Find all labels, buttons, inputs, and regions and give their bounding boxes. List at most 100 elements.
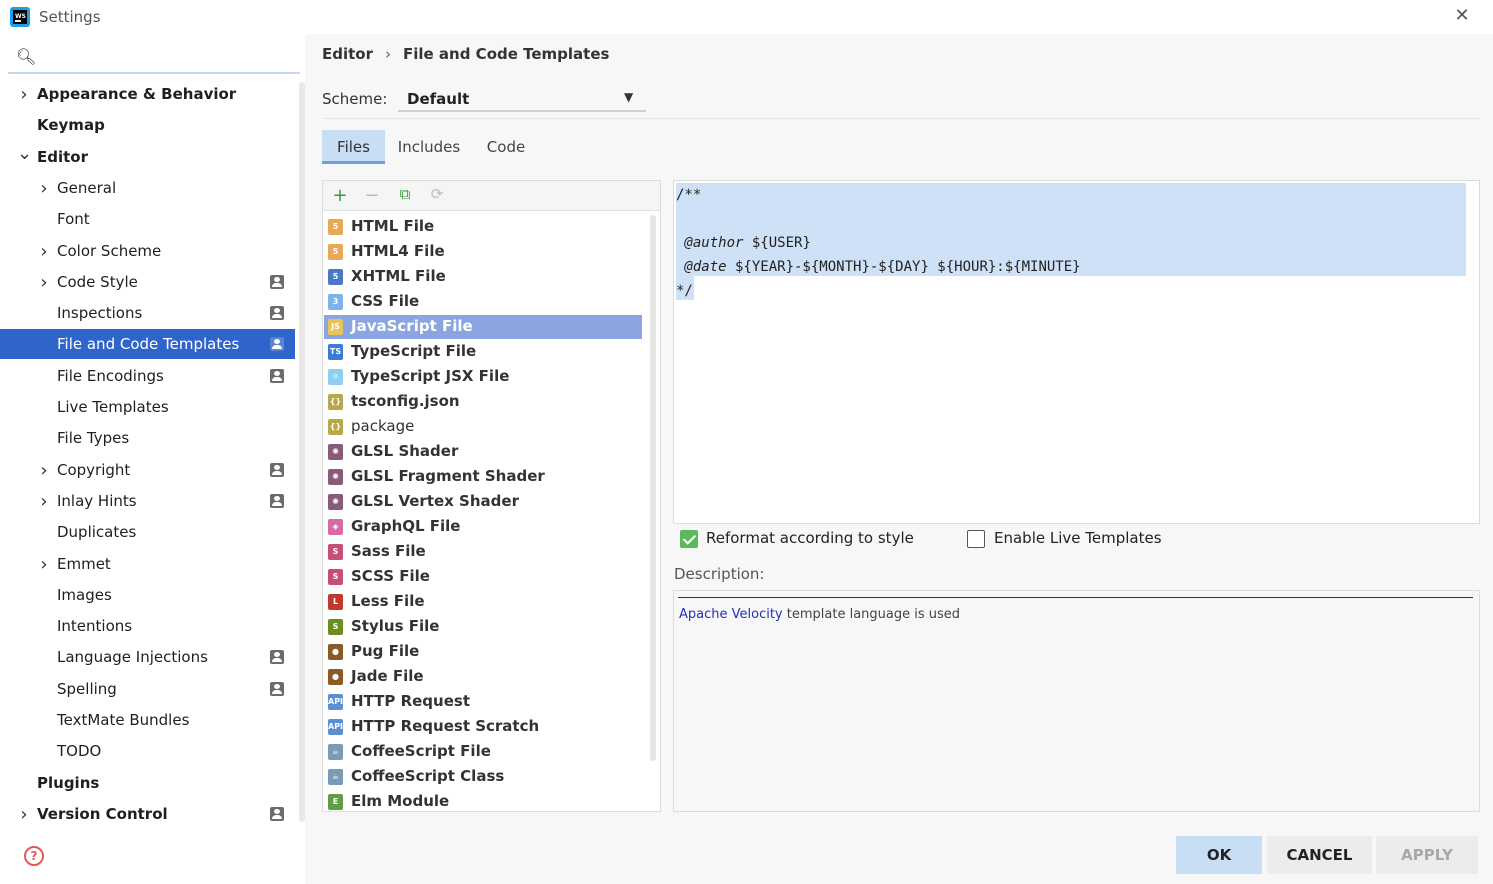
file-template-name: Stylus File [351,617,440,635]
chevron-right-icon[interactable]: › [37,460,51,481]
sidebar-item-textmate-bundles[interactable]: TextMate Bundles [0,705,295,735]
file-template-item[interactable]: JS JavaScript File [324,315,642,339]
project-scope-icon [270,807,284,821]
file-template-item[interactable]: {} package [324,415,642,439]
ok-button[interactable]: OK [1176,836,1262,874]
pug-icon: ● [328,644,343,660]
code-text: /** [676,187,702,203]
file-template-item[interactable]: ● Pug File [324,640,642,664]
project-scope-icon [270,306,284,320]
file-template-item[interactable]: API HTTP Request Scratch [324,715,642,739]
breadcrumb: Editor › File and Code Templates [322,45,609,63]
file-template-item[interactable]: ☕ CoffeeScript Class [324,765,642,789]
file-template-item[interactable]: E Elm Module [324,790,642,814]
sidebar-item-file-and-code-templates[interactable]: File and Code Templates [0,329,295,359]
file-template-name: package [351,417,415,435]
sidebar-item-language-injections[interactable]: Language Injections [0,642,295,672]
tab-code[interactable]: Code [477,130,535,164]
chevron-right-icon[interactable]: › [37,272,51,293]
breadcrumb-separator: › [385,45,391,63]
scheme-dropdown[interactable]: Default ▼ [398,84,646,112]
sidebar-item-label: TextMate Bundles [57,711,190,729]
sidebar-item-appearance-behavior[interactable]: › Appearance & Behavior [0,79,295,109]
file-template-item[interactable]: 5 HTML4 File [324,240,642,264]
sidebar-item-live-templates[interactable]: Live Templates [0,392,295,422]
reformat-checkbox[interactable] [680,530,698,548]
file-template-item[interactable]: ☕ CoffeeScript File [324,740,642,764]
tab-files[interactable]: Files [322,130,385,164]
live-templates-checkbox[interactable] [967,530,985,548]
sidebar-item-inlay-hints[interactable]: › Inlay Hints [0,486,295,516]
file-template-item[interactable]: {} tsconfig.json [324,390,642,414]
search-icon: 🔍︎ [16,47,37,66]
file-template-item[interactable]: ◈ GraphQL File [324,515,642,539]
chevron-right-icon[interactable]: › [37,178,51,199]
code-text: ${YEAR}-${MONTH}-${DAY} ${HOUR}:${MINUTE… [726,259,1081,275]
sidebar-item-inspections[interactable]: Inspections [0,298,295,328]
template-editor[interactable]: /** @author ${USER} @date ${YEAR}-${MONT… [673,180,1480,524]
sidebar-item-label: Keymap [37,116,105,134]
file-template-item[interactable]: TS TypeScript File [324,340,642,364]
file-template-item[interactable]: ● Jade File [324,665,642,689]
breadcrumb-parent[interactable]: Editor [322,45,373,63]
chevron-right-icon[interactable]: › [37,241,51,262]
code-line: @date ${YEAR}-${MONTH}-${DAY} ${HOUR}:${… [676,255,1081,279]
sidebar-item-version-control[interactable]: › Version Control [0,799,295,829]
title-bar: WS Settings ✕ [0,0,1493,34]
file-template-item[interactable]: 5 XHTML File [324,265,642,289]
sidebar-item-plugins[interactable]: Plugins [0,768,295,798]
sidebar-item-editor[interactable]: ⌄ Editor [0,142,295,172]
file-template-name: GraphQL File [351,517,461,535]
file-template-item[interactable]: ✺ GLSL Fragment Shader [324,465,642,489]
chevron-right-icon[interactable]: › [17,804,31,825]
sidebar-item-color-scheme[interactable]: › Color Scheme [0,236,295,266]
file-template-name: XHTML File [351,267,446,285]
cancel-button[interactable]: CANCEL [1267,836,1372,874]
file-template-item[interactable]: API HTTP Request [324,690,642,714]
file-template-item[interactable]: S Sass File [324,540,642,564]
settings-search-field[interactable]: 🔍︎ [8,44,300,74]
sidebar-item-font[interactable]: Font [0,204,295,234]
chevron-right-icon[interactable]: › [37,554,51,575]
file-template-item[interactable]: ✺ GLSL Shader [324,440,642,464]
sidebar-item-images[interactable]: Images [0,580,295,610]
dropdown-arrow-icon: ▼ [624,90,634,104]
file-template-item[interactable]: 3 CSS File [324,290,642,314]
sidebar-item-keymap[interactable]: Keymap [0,110,295,140]
sidebar-item-emmet[interactable]: › Emmet [0,549,295,579]
file-template-item[interactable]: L Less File [324,590,642,614]
breadcrumb-current: File and Code Templates [403,45,610,63]
sidebar-item-file-types[interactable]: File Types [0,423,295,453]
file-template-item[interactable]: ⚛ TypeScript JSX File [324,365,642,389]
sidebar-item-todo[interactable]: TODO [0,736,295,766]
live-templates-label[interactable]: Enable Live Templates [994,529,1162,547]
copy-icon[interactable]: ⧉ [395,185,415,203]
tab-includes[interactable]: Includes [393,130,465,164]
apply-button[interactable]: APPLY [1376,836,1478,874]
file-template-item[interactable]: S Stylus File [324,615,642,639]
sidebar-item-intentions[interactable]: Intentions [0,611,295,641]
apache-velocity-link[interactable]: Apache Velocity [679,607,783,622]
sidebar-item-file-encodings[interactable]: File Encodings [0,361,295,391]
help-icon[interactable]: ? [24,846,44,866]
sidebar-item-duplicates[interactable]: Duplicates [0,517,295,547]
file-template-name: HTML4 File [351,242,445,260]
remove-icon[interactable]: − [362,185,382,206]
sidebar-item-label: Editor [37,148,88,166]
reformat-label[interactable]: Reformat according to style [706,529,914,547]
chevron-down-icon[interactable]: ⌄ [17,143,32,164]
chevron-right-icon[interactable]: › [17,84,31,105]
close-icon[interactable]: ✕ [1452,5,1472,26]
sidebar-item-general[interactable]: › General [0,173,295,203]
file-template-name: Jade File [351,667,424,685]
sidebar-item-spelling[interactable]: Spelling [0,674,295,704]
reset-icon[interactable]: ⟳ [427,185,447,203]
file-template-item[interactable]: S SCSS File [324,565,642,589]
add-icon[interactable]: + [330,185,350,206]
sidebar-item-code-style[interactable]: › Code Style [0,267,295,297]
sidebar-item-copyright[interactable]: › Copyright [0,455,295,485]
file-template-item[interactable]: 5 HTML File [324,215,642,239]
chevron-right-icon[interactable]: › [37,491,51,512]
list-scrollbar[interactable] [650,215,656,761]
file-template-item[interactable]: ✺ GLSL Vertex Shader [324,490,642,514]
